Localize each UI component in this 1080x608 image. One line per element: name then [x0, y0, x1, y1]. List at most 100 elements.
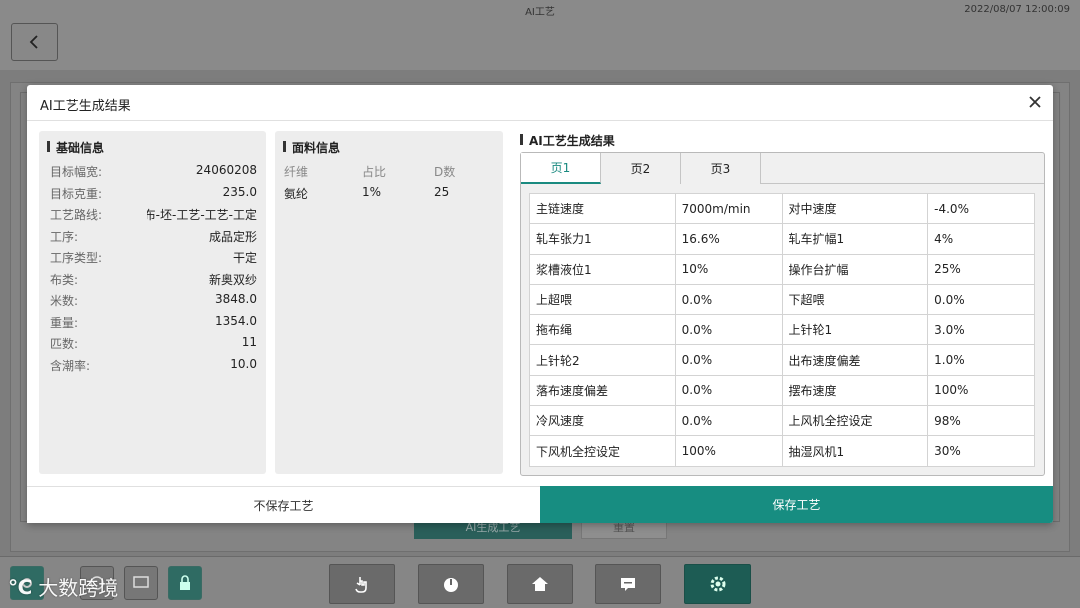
- tab-bar: 页1 页2 页3: [521, 153, 761, 184]
- param-value: 10%: [674, 253, 783, 285]
- param-value: -4.0%: [927, 192, 1035, 225]
- param-value: 25%: [927, 253, 1035, 285]
- gear-icon: [710, 576, 725, 592]
- watermark-text: 大数跨境: [38, 576, 119, 600]
- no-save-button[interactable]: 不保存工艺: [27, 486, 540, 523]
- fabric-info-title: 面料信息: [283, 139, 340, 156]
- table-row: 冷风速度 0.0% 上风机全控设定 98%: [529, 405, 1035, 437]
- param-label: 上针轮2: [529, 344, 676, 376]
- table-row: 下风机全控设定 100% 抽湿风机1 30%: [529, 435, 1035, 467]
- basic-row: 工序类型: 干定: [50, 251, 257, 265]
- basic-row: 目标克重: 235.0: [50, 184, 257, 201]
- param-value: 7000m/min: [674, 192, 783, 225]
- param-label: 轧车扩幅1: [781, 223, 929, 255]
- param-label: 上风机全控设定: [781, 405, 929, 437]
- param-value: 100%: [674, 435, 783, 467]
- table-row: 轧车张力1 16.6% 轧车扩幅1 4%: [529, 223, 1035, 255]
- tab-page-2[interactable]: 页2: [601, 153, 681, 184]
- basic-row: 米数: 3848.0: [50, 292, 257, 308]
- hand-button[interactable]: [329, 564, 395, 604]
- fabric-col-ratio: 占比: [362, 165, 387, 179]
- param-label: 抽湿风机1: [781, 435, 929, 467]
- tab-page-1[interactable]: 页1: [521, 153, 601, 184]
- basic-info-title: 基础信息: [47, 139, 104, 156]
- param-label: 下风机全控设定: [529, 435, 676, 467]
- param-label: 下超喂: [781, 283, 929, 316]
- close-button[interactable]: [1027, 94, 1043, 110]
- param-label: 轧车张力1: [529, 223, 676, 255]
- chevron-left-icon: [29, 35, 38, 49]
- table-row: 上超喂 0.0% 下超喂 0.0%: [529, 283, 1035, 316]
- lock-icon: [180, 575, 190, 590]
- modal-footer: 不保存工艺 保存工艺: [27, 486, 1053, 523]
- message-icon: [621, 578, 635, 591]
- param-value: 0.0%: [674, 405, 783, 437]
- result-title: AI工艺生成结果: [520, 132, 615, 149]
- param-value: 0.0%: [674, 314, 783, 346]
- basic-row: 布类: 新奥双纱: [50, 272, 257, 287]
- monitor-icon: [133, 576, 149, 588]
- param-value: 0.0%: [927, 283, 1035, 316]
- close-icon: [1029, 96, 1041, 108]
- basic-row: 工序: 成品定形: [50, 229, 257, 244]
- param-label: 操作台扩幅: [781, 253, 929, 285]
- param-value: 16.6%: [674, 223, 783, 255]
- param-label: 出布速度偏差: [781, 344, 929, 376]
- param-value: 98%: [927, 405, 1035, 437]
- param-label: 浆槽液位1: [529, 253, 676, 285]
- param-label: 落布速度偏差: [529, 374, 676, 407]
- basic-row: 匹数: 11: [50, 335, 257, 351]
- bottom-left-button-3[interactable]: [124, 566, 158, 600]
- app-title: AI工艺: [525, 7, 555, 18]
- basic-row: 目标幅宽: 24060208: [50, 163, 257, 179]
- home-button[interactable]: [507, 564, 573, 604]
- param-label: 对中速度: [781, 192, 929, 225]
- hand-pointer-icon: [355, 577, 367, 593]
- modal-header: AI工艺生成结果: [27, 85, 1053, 121]
- param-label: 上针轮1: [781, 314, 929, 346]
- basic-row: 重量: 1354.0: [50, 313, 257, 330]
- modal-title: AI工艺生成结果: [40, 99, 131, 114]
- datetime-display: 2022/08/07 12:00:09: [964, 4, 1070, 15]
- gauge-button[interactable]: [418, 564, 484, 604]
- fabric-info-panel: 面料信息 纤维 占比 D数 氨纶 1% 25: [275, 131, 503, 474]
- message-button[interactable]: [595, 564, 661, 604]
- param-value: 100%: [927, 374, 1035, 407]
- tab-page-3[interactable]: 页3: [681, 153, 761, 184]
- param-value: 30%: [927, 435, 1035, 467]
- fabric-col-fiber: 纤维: [284, 165, 309, 179]
- param-label: 冷风速度: [529, 405, 676, 437]
- basic-info-panel: 基础信息 目标幅宽:24060208 目标克重:235.0 工艺路线:坯布-坯-…: [39, 131, 266, 474]
- fabric-col-denier: D数: [434, 165, 456, 179]
- lock-button[interactable]: [168, 566, 202, 600]
- fabric-header-row: 纤维 占比 D数: [284, 163, 494, 180]
- result-tabs-container: 页1 页2 页3 主链速度 7000m/min 对中速度 -4.0% 轧车张力1 16.6…: [520, 152, 1045, 476]
- back-button[interactable]: [11, 23, 58, 61]
- param-value: 0.0%: [674, 374, 783, 407]
- param-label: 摆布速度: [781, 374, 929, 407]
- table-row: 主链速度 7000m/min 对中速度 -4.0%: [529, 192, 1035, 225]
- ai-result-modal: AI工艺生成结果 基础信息 目标幅宽: 24060208 目标克重: 235.0 工…: [27, 85, 1053, 523]
- table-row: 浆槽液位1 10% 操作台扩幅 25%: [529, 253, 1035, 285]
- tab-divider: [761, 183, 1044, 184]
- basic-row: 含潮率: 10.0: [50, 356, 257, 373]
- home-icon: [532, 577, 548, 591]
- table-row: 上针轮2 0.0% 出布速度偏差 1.0%: [529, 344, 1035, 376]
- watermark: ℃ 大数跨境: [8, 572, 118, 601]
- save-button[interactable]: 保存工艺: [540, 486, 1053, 523]
- param-value: 4%: [927, 223, 1035, 255]
- basic-row: 工艺路线:坯布-坯-工艺-工艺-工定: [50, 208, 257, 222]
- result-panel: AI工艺生成结果 页1 页2 页3 主链速度 7000m/min 对中速度 -4.0%…: [511, 129, 1045, 476]
- result-table: 主链速度 7000m/min 对中速度 -4.0% 轧车张力1 16.6% 轧车扩幅1 4% 浆…: [529, 192, 1035, 467]
- param-value: 0.0%: [674, 283, 783, 316]
- watermark-logo: ℃: [8, 574, 33, 599]
- table-row: 拖布绳 0.0% 上针轮1 3.0%: [529, 314, 1035, 346]
- param-value: 0.0%: [674, 344, 783, 376]
- table-row: 落布速度偏差 0.0% 摆布速度 100%: [529, 374, 1035, 407]
- settings-button[interactable]: [684, 564, 751, 604]
- gauge-icon: [444, 578, 458, 592]
- param-label: 上超喂: [529, 283, 676, 316]
- param-value: 1.0%: [927, 344, 1035, 376]
- fabric-row: 氨纶 1% 25: [284, 185, 450, 201]
- param-label: 拖布绳: [529, 314, 676, 346]
